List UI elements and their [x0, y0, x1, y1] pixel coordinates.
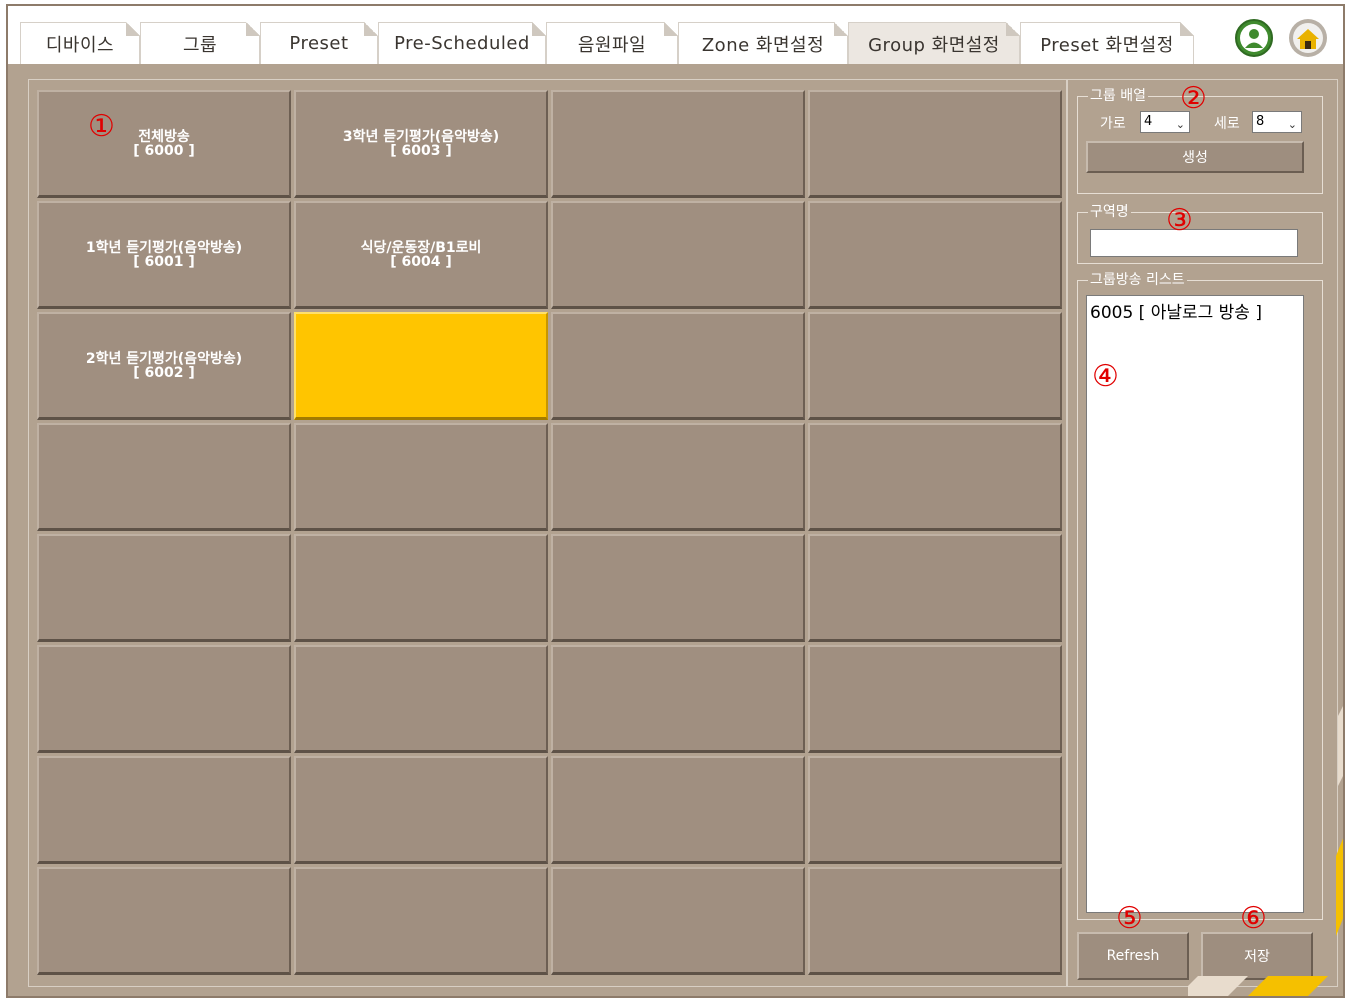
group-cell[interactable]: [551, 312, 805, 420]
group-cell-name: 전체방송: [138, 128, 190, 145]
group-cell-id: [ 6001 ]: [133, 253, 195, 270]
chevron-down-icon: ⌄: [1175, 118, 1185, 131]
rows-select[interactable]: 8 ⌄: [1252, 111, 1302, 133]
group-cell[interactable]: [551, 90, 805, 198]
tab-label: 그룹: [182, 34, 218, 56]
group-cell[interactable]: [37, 645, 291, 753]
tab-audio-files[interactable]: 음원파일: [546, 22, 678, 64]
group-cell[interactable]: [294, 645, 548, 753]
group-cell[interactable]: [294, 312, 548, 420]
group-cell[interactable]: [551, 201, 805, 309]
tab-label: 음원파일: [577, 34, 647, 56]
cols-label: 가로: [1100, 116, 1126, 132]
tab-label: Preset 화면설정: [1040, 34, 1174, 56]
zone-name-fieldset: 구역명: [1077, 203, 1323, 264]
list-item[interactable]: 6005 [ 아날로그 방송 ]: [1090, 298, 1262, 323]
group-cell[interactable]: [294, 867, 548, 975]
group-cell-name: 2학년 듣기평가(음악방송): [85, 350, 243, 367]
zone-name-input[interactable]: [1090, 229, 1298, 257]
group-cell[interactable]: [808, 90, 1062, 198]
group-cell-name: 3학년 듣기평가(음악방송): [342, 128, 500, 145]
tab-zone-screen-settings[interactable]: Zone 화면설정: [678, 22, 848, 64]
tab-pre-scheduled[interactable]: Pre-Scheduled: [378, 22, 546, 64]
tab-label: Preset: [289, 33, 349, 54]
rows-label: 세로: [1214, 116, 1240, 132]
tab-label: Zone 화면설정: [701, 34, 825, 56]
group-cell[interactable]: 3학년 듣기평가(음악방송)[ 6003 ]: [294, 90, 548, 198]
tab-label: Group 화면설정: [868, 34, 1000, 56]
annotation-marker-5: ⑤: [1116, 901, 1143, 936]
group-cell[interactable]: 전체방송[ 6000 ]: [37, 90, 291, 198]
group-layout-legend: 그룹 배열: [1088, 87, 1148, 105]
annotation-marker-4: ④: [1092, 359, 1119, 394]
group-cell-name: 1학년 듣기평가(음악방송): [85, 239, 243, 256]
tab-label: Pre-Scheduled: [394, 33, 530, 54]
group-cell[interactable]: [37, 534, 291, 642]
tab-label: 디바이스: [45, 34, 115, 56]
group-cell[interactable]: 식당/운동장/B1로비[ 6004 ]: [294, 201, 548, 309]
group-cell[interactable]: [37, 423, 291, 531]
rows-value: 8: [1256, 114, 1265, 129]
zone-name-legend: 구역명: [1088, 203, 1131, 221]
group-cell[interactable]: [551, 867, 805, 975]
decorative-stripes: [1188, 706, 1343, 996]
group-cell[interactable]: [551, 756, 805, 864]
refresh-button-label: Refresh: [1106, 948, 1160, 964]
group-cell[interactable]: [37, 867, 291, 975]
group-cell-id: [ 6003 ]: [390, 142, 452, 159]
group-cell-id: [ 6000 ]: [133, 142, 195, 159]
group-cell[interactable]: [294, 534, 548, 642]
group-cell[interactable]: [808, 756, 1062, 864]
chevron-down-icon: ⌄: [1287, 118, 1297, 131]
tab-groups[interactable]: 그룹: [140, 22, 260, 64]
annotation-marker-1: ①: [88, 109, 115, 144]
group-cell[interactable]: [37, 756, 291, 864]
group-cell[interactable]: 1학년 듣기평가(음악방송)[ 6001 ]: [37, 201, 291, 309]
group-cell[interactable]: [808, 534, 1062, 642]
group-cell[interactable]: [551, 534, 805, 642]
app-window: 디바이스 그룹 Preset Pre-Scheduled 음원파일 Zone 화…: [6, 4, 1345, 998]
group-grid-panel: 전체방송[ 6000 ] 3학년 듣기평가(음악방송)[ 6003 ] 1학년 듣기…: [28, 79, 1068, 987]
group-cell-id: [ 6004 ]: [390, 253, 452, 270]
group-cell[interactable]: [808, 201, 1062, 309]
tab-preset[interactable]: Preset: [260, 22, 378, 64]
group-cell[interactable]: [294, 423, 548, 531]
group-cell[interactable]: [808, 423, 1062, 531]
annotation-marker-2: ②: [1180, 81, 1207, 116]
tab-devices[interactable]: 디바이스: [20, 22, 140, 64]
group-cell[interactable]: [551, 645, 805, 753]
group-cell[interactable]: 2학년 듣기평가(음악방송)[ 6002 ]: [37, 312, 291, 420]
annotation-marker-6: ⑥: [1240, 901, 1267, 936]
group-cell[interactable]: [808, 312, 1062, 420]
group-cell[interactable]: [294, 756, 548, 864]
cols-value: 4: [1144, 114, 1153, 129]
tab-bar: 디바이스 그룹 Preset Pre-Scheduled 음원파일 Zone 화…: [8, 6, 1343, 64]
group-cell[interactable]: [808, 645, 1062, 753]
group-cell-id: [ 6002 ]: [133, 364, 195, 381]
group-cell-name: 식당/운동장/B1로비: [360, 239, 482, 256]
tab-group-screen-settings[interactable]: Group 화면설정: [848, 22, 1020, 64]
create-button[interactable]: 생성: [1086, 141, 1304, 173]
group-cell[interactable]: [808, 867, 1062, 975]
group-list-legend: 그룹방송 리스트: [1088, 271, 1187, 289]
home-icon[interactable]: [1288, 18, 1328, 58]
annotation-marker-3: ③: [1166, 203, 1193, 238]
create-button-label: 생성: [1182, 150, 1208, 166]
tab-preset-screen-settings[interactable]: Preset 화면설정: [1020, 22, 1194, 64]
refresh-button[interactable]: Refresh: [1077, 932, 1189, 980]
user-icon[interactable]: [1234, 18, 1274, 58]
group-cell[interactable]: [551, 423, 805, 531]
